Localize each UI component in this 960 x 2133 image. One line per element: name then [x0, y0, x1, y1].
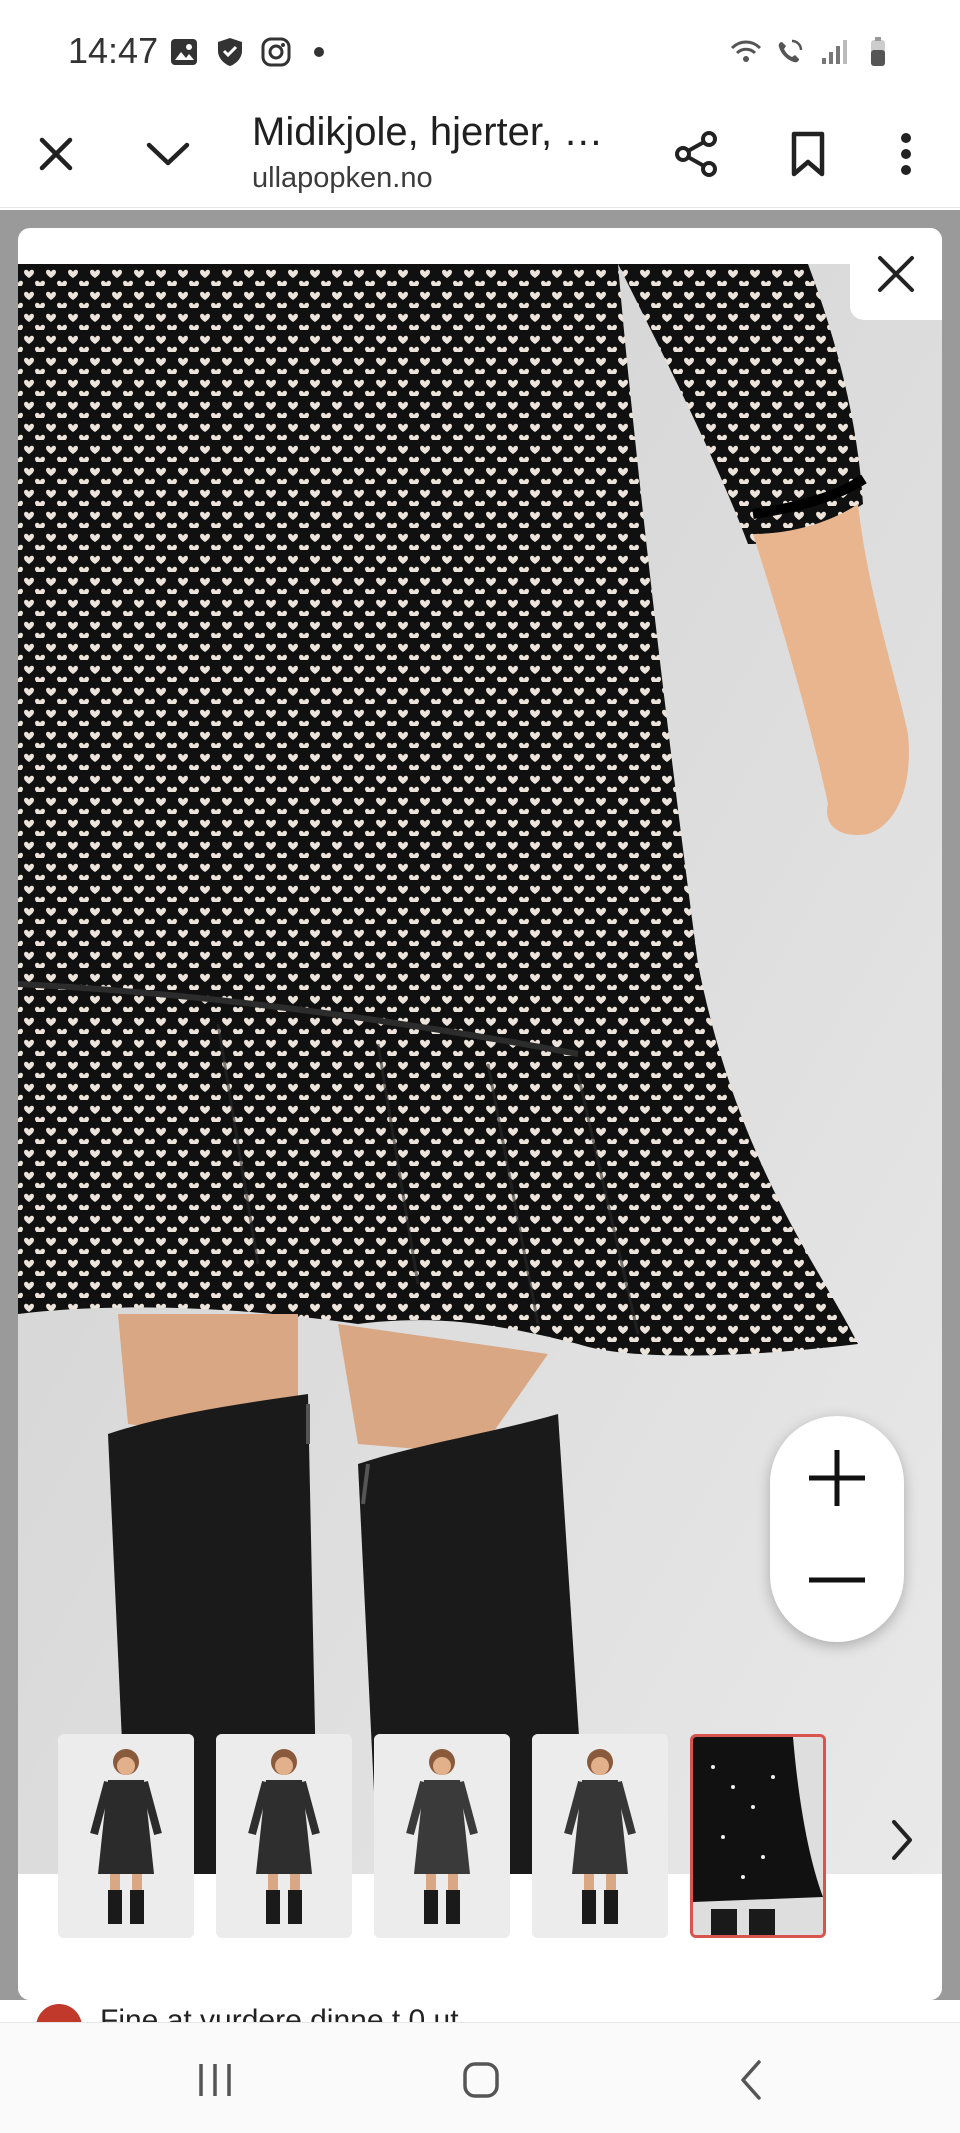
- next-thumbnails-button[interactable]: [872, 1800, 932, 1880]
- system-icons: [730, 36, 894, 68]
- thumbnail-3[interactable]: [374, 1734, 510, 1938]
- thumbnail-2[interactable]: [216, 1734, 352, 1938]
- page-title: Midikjole, hjerter, …: [252, 110, 604, 154]
- wifi-call-icon: [778, 39, 803, 63]
- plus-icon: [809, 1450, 865, 1506]
- shield-icon: [218, 38, 242, 66]
- more-options-button[interactable]: [872, 120, 940, 188]
- instagram-icon: [261, 37, 291, 67]
- recent-apps-icon: [199, 2064, 231, 2096]
- minus-icon: [809, 1577, 865, 1583]
- system-navigation-bar: [0, 2022, 960, 2133]
- bookmark-button[interactable]: [774, 120, 842, 188]
- wifi-icon: [730, 40, 762, 62]
- zoom-in-button[interactable]: [770, 1428, 904, 1528]
- signal-icon: [822, 40, 847, 64]
- thumbnail-4[interactable]: [532, 1734, 668, 1938]
- chevron-down-icon: [146, 142, 190, 166]
- home-button[interactable]: [436, 2045, 526, 2115]
- battery-icon: [871, 37, 885, 66]
- close-tab-button[interactable]: [22, 120, 90, 188]
- close-icon: [39, 137, 73, 171]
- share-icon: [675, 131, 717, 177]
- page-url: ullapopken.no: [252, 162, 433, 194]
- back-button[interactable]: [706, 2045, 796, 2115]
- zoom-out-button[interactable]: [770, 1530, 904, 1630]
- underlying-page-peek: Fine at vurdere dinne t 0 ut: [0, 2000, 960, 2022]
- gallery-icon: [171, 39, 197, 65]
- status-time: 14:47: [68, 30, 159, 71]
- peek-text: Fine at vurdere dinne t 0 ut: [100, 2004, 459, 2022]
- status-bar: 14:47: [0, 0, 960, 100]
- thumbnail-1[interactable]: [58, 1734, 194, 1938]
- zoom-controls: [770, 1416, 904, 1642]
- badge-icon: [36, 2004, 82, 2022]
- bookmark-icon: [791, 131, 825, 177]
- notification-icons: [168, 36, 324, 68]
- lightbox-close-button[interactable]: [850, 228, 942, 320]
- minimize-tab-button[interactable]: [134, 120, 202, 188]
- chevron-right-icon: [892, 1820, 912, 1860]
- custom-tab-toolbar: Midikjole, hjerter, … ullapopken.no: [0, 100, 960, 208]
- more-notifications-dot-icon: [314, 47, 324, 57]
- share-button[interactable]: [662, 120, 730, 188]
- more-vert-icon: [901, 133, 911, 175]
- close-icon: [878, 256, 914, 292]
- back-icon: [741, 2060, 761, 2100]
- recent-apps-button[interactable]: [170, 2045, 260, 2115]
- home-icon: [463, 2062, 499, 2098]
- thumbnail-5[interactable]: [690, 1734, 826, 1938]
